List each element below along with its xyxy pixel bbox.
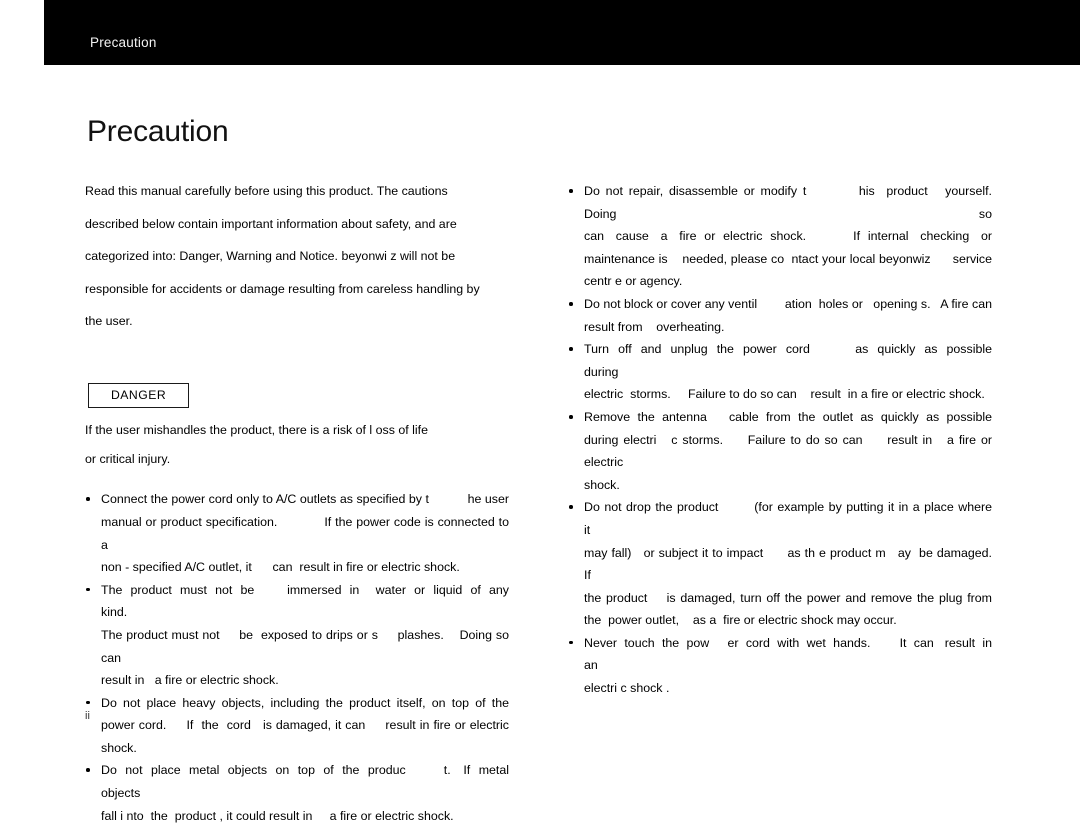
- page-title: Precaution: [87, 115, 229, 148]
- bullet-line: shock.: [101, 740, 137, 755]
- page-number: ii: [85, 710, 90, 722]
- bullet-item: The product must not be immersed in wate…: [85, 579, 509, 692]
- bullet-line: Remove the antenna cable from the outlet…: [584, 409, 992, 424]
- bullet-line: result from overheating.: [584, 319, 725, 334]
- bullet-line: The product must not be immersed in wate…: [101, 582, 516, 620]
- bullet-line: centr e or agency.: [584, 274, 683, 289]
- danger-callout: DANGER If the user mishandles the produc…: [85, 343, 509, 470]
- intro-paragraph: Read this manual carefully before using …: [85, 180, 509, 333]
- bullet-dot-icon: [86, 497, 90, 501]
- running-header-bar: Precaution: [44, 0, 1080, 65]
- bullet-line: the power outlet, as a fire or electric …: [584, 613, 897, 628]
- intro-line: described below contain important inform…: [85, 216, 457, 231]
- bullet-line: The product must not be exposed to drips…: [101, 627, 513, 665]
- bullet-line: Do not drop the product (for example by …: [584, 500, 1030, 537]
- bullet-item: Connect the power cord only to A/C outle…: [85, 488, 509, 578]
- bullet-item: Remove the antenna cable from the outlet…: [568, 406, 992, 496]
- bullet-dot-icon: [86, 768, 90, 773]
- intro-line: the user.: [85, 314, 133, 329]
- bullet-line: the product is damaged, turn off the pow…: [584, 590, 992, 605]
- bullet-dot-icon: [569, 189, 573, 193]
- bullet-line: manual or product specification. If the …: [101, 514, 513, 552]
- bullet-item: Turn off and unplug the power cord as qu…: [568, 338, 992, 406]
- left-bullet-list: Connect the power cord only to A/C outle…: [85, 488, 509, 827]
- intro-line: responsible for accidents or damage resu…: [85, 281, 480, 296]
- bullet-line: during electri c storms. Failure to do s…: [584, 432, 996, 470]
- running-header-title: Precaution: [90, 35, 157, 50]
- bullet-line: shock.: [584, 477, 620, 492]
- bullet-dot-icon: [569, 505, 573, 509]
- bullet-dot-icon: [569, 414, 573, 419]
- bullet-line: Never touch the pow er cord with wet han…: [584, 635, 999, 673]
- bullet-line: Do not repair, disassemble or modify t h…: [584, 184, 1010, 221]
- bullet-line: non - specified A/C outlet, it can resul…: [101, 560, 460, 575]
- bullet-line: Do not place metal objects on top of the…: [101, 763, 516, 801]
- bullet-item: Never touch the pow er cord with wet han…: [568, 632, 992, 700]
- bullet-line: Turn off and unplug the power cord as qu…: [584, 342, 999, 379]
- intro-line: categorized into: Danger, Warning and No…: [85, 249, 456, 264]
- bullet-line: power cord. If the cord is damaged, it c…: [101, 718, 509, 733]
- bullet-dot-icon: [86, 700, 90, 705]
- intro-line: Read this manual carefully before using …: [85, 184, 448, 198]
- bullet-line: fall i nto the product , it could result…: [101, 808, 454, 823]
- bullet-dot-icon: [569, 347, 573, 351]
- bullet-line: result in a fire or electric shock.: [101, 673, 279, 688]
- left-column: Read this manual carefully before using …: [85, 180, 509, 827]
- bullet-line: Do not place heavy objects, including th…: [101, 695, 509, 710]
- bullet-dot-icon: [569, 301, 573, 306]
- danger-description-line: If the user mishandles the product, ther…: [85, 423, 428, 438]
- bullet-item: Do not drop the product (for example by …: [568, 496, 992, 632]
- bullet-line: maintenance is needed, please co ntact y…: [584, 251, 992, 266]
- danger-label-box: DANGER: [88, 382, 190, 409]
- bullet-line: electric storms. Failure to do so can re…: [584, 387, 985, 402]
- right-column: Do not repair, disassemble or modify t h…: [568, 180, 992, 700]
- bullet-line: Connect the power cord only to A/C outle…: [101, 492, 509, 507]
- bullet-item: Do not block or cover any ventil ation h…: [568, 293, 992, 338]
- bullet-item: Do not place metal objects on top of the…: [85, 759, 509, 827]
- bullet-line: can cause a fire or electric shock. If i…: [584, 229, 992, 244]
- bullet-item: Do not place heavy objects, including th…: [85, 692, 509, 760]
- bullet-dot-icon: [569, 640, 573, 645]
- document-page: Precaution Read this manual carefully be…: [0, 65, 1080, 823]
- bullet-dot-icon: [86, 587, 90, 592]
- danger-description-line: or critical injury.: [85, 451, 171, 466]
- bullet-line: Do not block or cover any ventil ation h…: [584, 296, 992, 311]
- right-bullet-list: Do not repair, disassemble or modify t h…: [568, 180, 992, 700]
- bullet-line: may fall) or subject it to impact as th …: [584, 545, 1010, 583]
- bullet-item: Do not repair, disassemble or modify t h…: [568, 180, 992, 293]
- bullet-line: electri c shock .: [584, 681, 670, 696]
